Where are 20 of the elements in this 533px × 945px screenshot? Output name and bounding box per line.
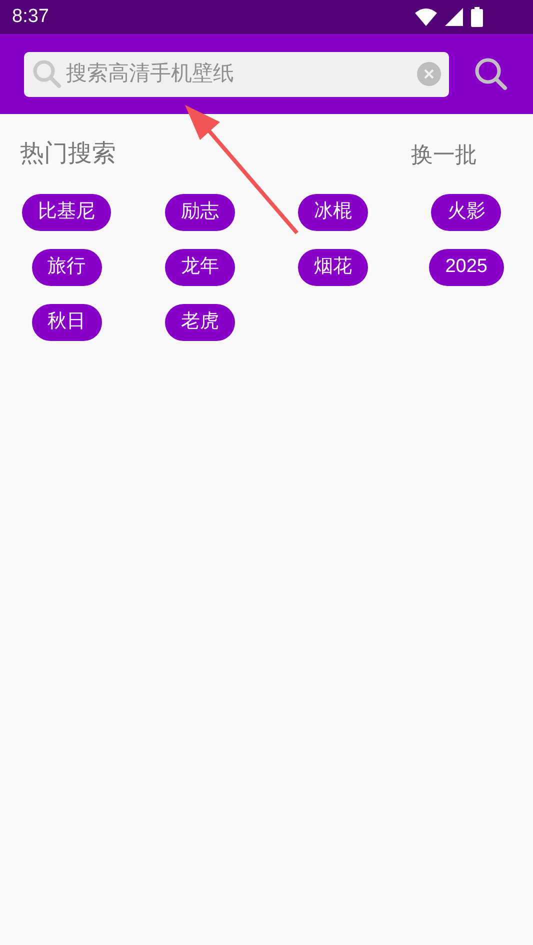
search-box[interactable]: 搜索高清手机壁纸 <box>24 52 449 96</box>
tag-chip[interactable]: 秋日 <box>32 304 102 341</box>
tag-chip[interactable]: 老虎 <box>164 304 235 341</box>
tag-chip[interactable]: 龙年 <box>164 249 235 286</box>
tag-chip[interactable]: 2025 <box>429 249 504 286</box>
tag-chip[interactable]: 旅行 <box>32 249 102 286</box>
wifi-icon <box>415 8 437 26</box>
search-field[interactable]: 搜索高清手机壁纸 <box>66 58 413 90</box>
signal-icon <box>445 8 463 26</box>
tag-chip[interactable]: 比基尼 <box>22 194 112 231</box>
tag-chip[interactable]: 烟花 <box>298 249 368 286</box>
battery-icon <box>471 7 483 27</box>
section-title: 热门搜索 <box>20 139 116 169</box>
refresh-link[interactable]: 换一批 <box>411 138 477 170</box>
tag-chip[interactable]: 火影 <box>431 194 502 231</box>
tag-chip[interactable]: 冰棍 <box>298 194 368 231</box>
tag-chip[interactable]: 励志 <box>164 194 235 231</box>
search-icon <box>32 59 62 89</box>
status-time: 8:37 <box>12 4 49 29</box>
search-button[interactable] <box>473 56 509 92</box>
